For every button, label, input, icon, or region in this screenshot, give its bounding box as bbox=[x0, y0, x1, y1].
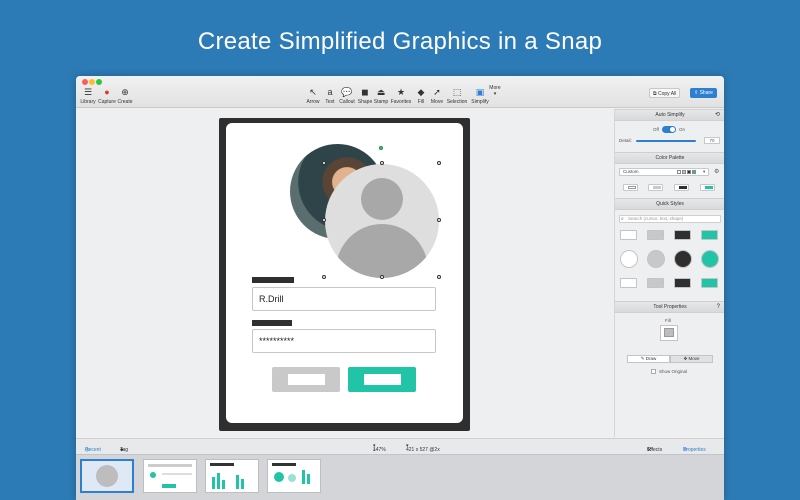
move-mode-button[interactable]: ✥ Move bbox=[670, 355, 713, 363]
avatar-head-shape bbox=[361, 178, 403, 220]
resize-handle-t[interactable] bbox=[380, 161, 384, 165]
password-field: ********** bbox=[252, 329, 436, 353]
stroke-swatch-white[interactable] bbox=[623, 184, 638, 191]
palette-swatch-white bbox=[677, 170, 681, 174]
mockup-cancel-button bbox=[272, 367, 340, 392]
thumbnail-3[interactable] bbox=[205, 459, 259, 493]
canvas[interactable]: R.Drill ********** bbox=[76, 109, 613, 437]
quick-style-white-rounded[interactable] bbox=[620, 278, 637, 288]
palette-swatch-teal bbox=[692, 170, 696, 174]
help-icon[interactable]: ? bbox=[717, 302, 720, 312]
toggle-on-label: On bbox=[679, 127, 686, 132]
avatar-placeholder[interactable] bbox=[325, 164, 439, 278]
palette-swatch-dark bbox=[687, 170, 691, 174]
toolbar: ☰ Library ● Capture ⊕ Create ↖ Arrow a T… bbox=[76, 76, 724, 108]
color-palette-header: Color Palette bbox=[615, 152, 724, 164]
chevron-down-icon: ▾ bbox=[493, 91, 497, 97]
selection-icon: ⬚ bbox=[452, 87, 462, 97]
show-original-checkbox[interactable] bbox=[651, 369, 656, 374]
fill-label: Fill bbox=[665, 318, 671, 323]
fill-color-well[interactable] bbox=[660, 325, 678, 341]
detail-label: Detail: bbox=[619, 138, 632, 143]
create-button[interactable]: ⊕ Create bbox=[113, 87, 137, 105]
stroke-swatch-teal[interactable] bbox=[700, 184, 715, 191]
resize-handle-tr[interactable] bbox=[437, 161, 441, 165]
toggle-off-label: Off bbox=[653, 127, 659, 132]
thumbnail-avatar bbox=[96, 465, 118, 487]
mockup-submit-button bbox=[348, 367, 416, 392]
headline: Create Simplified Graphics in a Snap bbox=[197, 28, 603, 55]
close-window-button[interactable] bbox=[82, 79, 88, 85]
share-button[interactable]: ⇪ Share bbox=[690, 88, 717, 98]
gear-icon[interactable]: ⚙ bbox=[714, 168, 719, 175]
dimensions-control[interactable]: 421 x 527 @2x ▾ bbox=[406, 443, 440, 453]
password-label-bar bbox=[252, 320, 292, 326]
resize-handle-br[interactable] bbox=[437, 275, 441, 279]
tool-properties-header: Tool Properties ? bbox=[615, 301, 724, 313]
resize-handle-bl[interactable] bbox=[322, 275, 326, 279]
thumbnail-2[interactable] bbox=[143, 459, 197, 493]
username-field: R.Drill bbox=[252, 287, 436, 311]
auto-simplify-header: Auto Simplify ⟲ bbox=[615, 109, 724, 121]
quick-style-teal-rounded[interactable] bbox=[701, 278, 718, 288]
resize-handle-r[interactable] bbox=[437, 218, 441, 222]
thumbnail-4[interactable] bbox=[267, 459, 321, 493]
zoom-control[interactable]: ⌕ 147% ▾ bbox=[373, 443, 386, 453]
quick-style-dark-circle[interactable] bbox=[674, 250, 692, 268]
maximize-window-button[interactable] bbox=[96, 79, 102, 85]
quick-style-dark-rect[interactable] bbox=[674, 230, 691, 240]
palette-swatch-gray bbox=[682, 170, 686, 174]
show-original-label: Show Original bbox=[659, 369, 688, 374]
more-button[interactable]: More ▾ bbox=[483, 85, 507, 97]
quick-style-gray-rounded[interactable] bbox=[647, 278, 664, 288]
resize-handle-b[interactable] bbox=[380, 275, 384, 279]
resize-handle-l[interactable] bbox=[322, 218, 326, 222]
quick-style-teal-circle[interactable] bbox=[701, 250, 719, 268]
quick-style-gray-rect[interactable] bbox=[647, 230, 664, 240]
username-label-bar bbox=[252, 277, 294, 283]
quick-styles-header: Quick Styles bbox=[615, 198, 724, 210]
reset-icon[interactable]: ⟲ bbox=[715, 110, 720, 120]
quick-style-white-circle[interactable] bbox=[620, 250, 638, 268]
quick-style-dark-rounded[interactable] bbox=[674, 278, 691, 288]
rotate-handle[interactable] bbox=[379, 146, 383, 150]
properties-panel: Auto Simplify ⟲ Off On Detail: 70 Color … bbox=[614, 109, 724, 437]
draw-mode-button[interactable]: ✎ Draw bbox=[627, 355, 670, 363]
thumbnail-strip bbox=[76, 454, 724, 500]
stroke-swatch-gray[interactable] bbox=[648, 184, 663, 191]
plus-circle-icon: ⊕ bbox=[121, 87, 129, 97]
app-window: ☰ Library ● Capture ⊕ Create ↖ Arrow a T… bbox=[76, 76, 724, 500]
quick-styles-search[interactable]: Search (cursor, text, shape) bbox=[619, 215, 721, 223]
selection-tool-button[interactable]: ⬚ Selection bbox=[445, 87, 469, 105]
search-icon: ⌕ bbox=[621, 216, 624, 222]
copy-all-button[interactable]: ⧉ Copy All bbox=[649, 88, 681, 98]
quick-style-teal-rect[interactable] bbox=[701, 230, 718, 240]
detail-value-field[interactable]: 70 bbox=[704, 137, 720, 144]
minimize-window-button[interactable] bbox=[89, 79, 95, 85]
detail-slider[interactable] bbox=[636, 140, 696, 142]
thumbnail-1[interactable] bbox=[80, 459, 134, 493]
stroke-swatch-dark[interactable] bbox=[674, 184, 689, 191]
avatar-body-shape bbox=[336, 224, 428, 278]
chevron-down-icon: ▾ bbox=[703, 169, 706, 174]
quick-style-white-rect[interactable] bbox=[620, 230, 637, 240]
auto-simplify-toggle[interactable] bbox=[662, 126, 676, 133]
status-bar: ◷ Recent ⬥ Tag ⌕ 147% ▾ 421 x 527 @2x ▾ … bbox=[76, 438, 724, 454]
quick-style-gray-circle[interactable] bbox=[647, 250, 665, 268]
resize-handle-tl[interactable] bbox=[322, 161, 326, 165]
